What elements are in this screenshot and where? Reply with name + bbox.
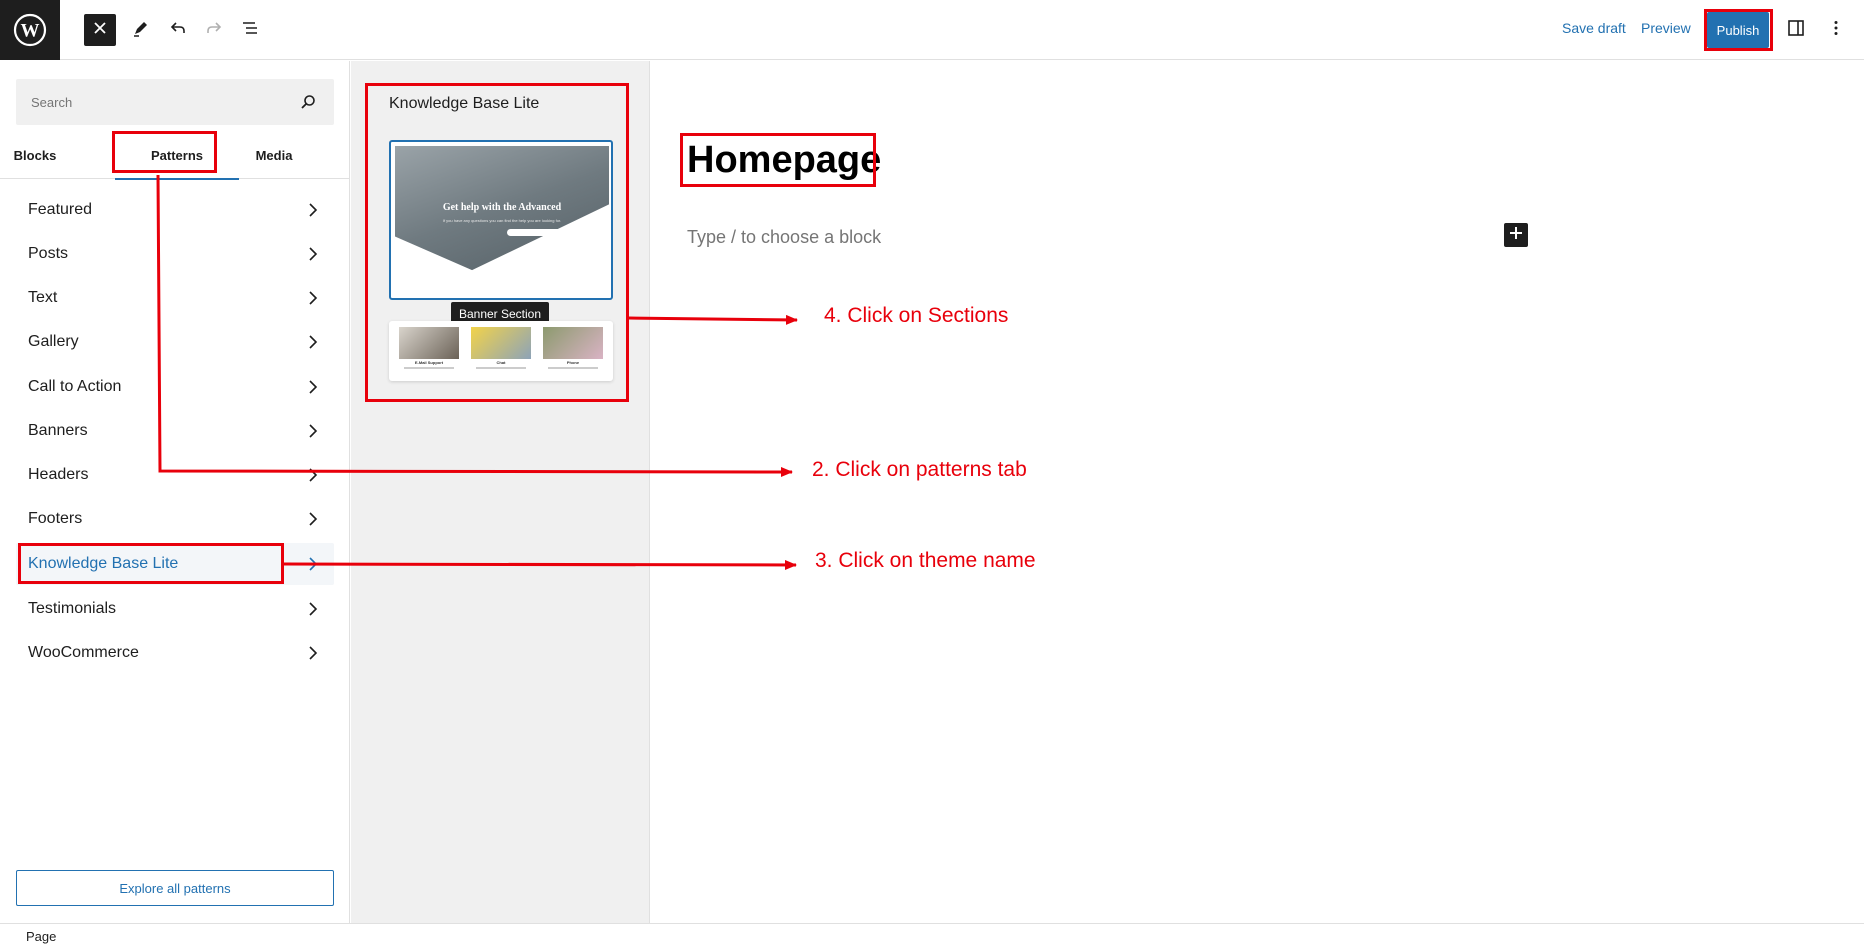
section-text-line: [404, 367, 454, 369]
category-label: Posts: [28, 245, 69, 262]
section-text-line: [548, 367, 598, 369]
category-label: Headers: [28, 466, 89, 483]
chevron-right-icon: [304, 245, 322, 263]
section-image: [399, 327, 459, 359]
category-label: Gallery: [28, 333, 79, 350]
section-phone: Phone: [543, 327, 603, 375]
category-label: Banners: [28, 422, 88, 439]
tools-button[interactable]: [123, 12, 159, 48]
category-woocommerce[interactable]: WooCommerce: [16, 632, 334, 674]
editor-canvas: Homepage Type / to choose a block: [651, 61, 1864, 923]
chevron-right-icon: [304, 510, 322, 528]
banner-preview-image: Get help with the Advanced If you have a…: [395, 146, 609, 292]
banner-heading: Get help with the Advanced: [442, 202, 562, 213]
category-headers[interactable]: Headers: [16, 454, 334, 496]
chevron-right-icon: [304, 466, 322, 484]
category-label: WooCommerce: [28, 644, 139, 661]
page-title[interactable]: Homepage: [687, 139, 881, 182]
banner-section-pattern[interactable]: Get help with the Advanced If you have a…: [389, 140, 613, 300]
block-breadcrumb-bar: Page: [0, 923, 1864, 948]
undo-button[interactable]: [160, 12, 196, 48]
category-label: Call to Action: [28, 378, 122, 395]
add-block-button[interactable]: [1504, 223, 1528, 247]
section-image: [471, 327, 531, 359]
annotation-step4: 4. Click on Sections: [824, 304, 1009, 327]
panel-title: Knowledge Base Lite: [389, 95, 540, 112]
chevron-right-icon: [304, 422, 322, 440]
category-gallery[interactable]: Gallery: [16, 321, 334, 363]
tab-media[interactable]: Media: [239, 131, 309, 179]
undo-icon: [168, 18, 188, 43]
section-image: [543, 327, 603, 359]
preview-button[interactable]: Preview: [1641, 20, 1691, 36]
category-banners[interactable]: Banners: [16, 410, 334, 452]
chevron-right-icon: [304, 644, 322, 662]
document-overview-button[interactable]: [232, 12, 268, 48]
category-label: Knowledge Base Lite: [28, 555, 179, 572]
section-caption: Phone: [566, 360, 580, 365]
chevron-right-icon: [304, 378, 322, 396]
svg-text:W: W: [21, 21, 40, 42]
category-call-to-action[interactable]: Call to Action: [16, 366, 334, 408]
save-draft-button[interactable]: Save draft: [1562, 20, 1626, 36]
block-placeholder[interactable]: Type / to choose a block: [687, 227, 881, 248]
inserter-search: [16, 79, 334, 125]
category-label: Text: [28, 289, 58, 306]
breadcrumb-page[interactable]: Page: [26, 929, 56, 944]
explore-all-patterns-button[interactable]: Explore all patterns: [16, 870, 334, 906]
publish-button[interactable]: Publish: [1707, 12, 1769, 48]
category-posts[interactable]: Posts: [16, 233, 334, 275]
wordpress-logo-icon[interactable]: W: [0, 0, 60, 60]
inserter-tabs: Blocks Patterns Media: [0, 131, 350, 180]
section-caption: Chat: [496, 360, 506, 365]
category-label: Featured: [28, 201, 93, 218]
section-text-line: [476, 367, 526, 369]
category-label: Testimonials: [28, 600, 117, 617]
chevron-right-icon: [304, 289, 322, 307]
sections-pattern[interactable]: E-Mail Support Chat Phone: [389, 321, 613, 381]
search-input[interactable]: [16, 79, 286, 125]
category-footers[interactable]: Footers: [16, 498, 334, 540]
category-text[interactable]: Text: [16, 277, 334, 319]
settings-button[interactable]: [1778, 12, 1814, 48]
section-chat: Chat: [471, 327, 531, 375]
redo-icon: [204, 18, 224, 43]
search-icon[interactable]: [300, 94, 316, 115]
options-button[interactable]: [1818, 12, 1854, 48]
pencil-icon: [131, 18, 151, 43]
chevron-right-icon: [304, 201, 322, 219]
plus-icon: [1509, 226, 1523, 245]
chevron-right-icon: [304, 555, 322, 573]
annotation-step2: 2. Click on patterns tab: [812, 458, 1027, 481]
redo-button[interactable]: [196, 12, 232, 48]
section-email-support: E-Mail Support: [399, 327, 459, 375]
pattern-category-panel: Knowledge Base Lite Get help with the Ad…: [351, 61, 650, 923]
annotation-step3: 3. Click on theme name: [815, 549, 1036, 572]
tab-blocks[interactable]: Blocks: [0, 131, 70, 179]
category-label: Footers: [28, 510, 83, 527]
chevron-right-icon: [304, 333, 322, 351]
close-inserter-button[interactable]: [84, 14, 116, 46]
category-featured[interactable]: Featured: [16, 189, 334, 231]
tab-patterns[interactable]: Patterns: [115, 131, 239, 180]
list-view-icon: [240, 18, 260, 43]
close-icon: [94, 21, 106, 39]
more-vertical-icon: [1826, 18, 1846, 43]
chevron-right-icon: [304, 600, 322, 618]
section-caption: E-Mail Support: [414, 360, 444, 365]
block-inserter-sidebar: Blocks Patterns Media Featured Posts Tex…: [0, 61, 350, 923]
category-knowledge-base-lite[interactable]: Knowledge Base Lite: [16, 543, 334, 585]
category-testimonials[interactable]: Testimonials: [16, 588, 334, 630]
editor-toolbar: W Save draft Preview Publish: [0, 0, 1864, 60]
sidebar-toggle-icon: [1786, 18, 1806, 43]
